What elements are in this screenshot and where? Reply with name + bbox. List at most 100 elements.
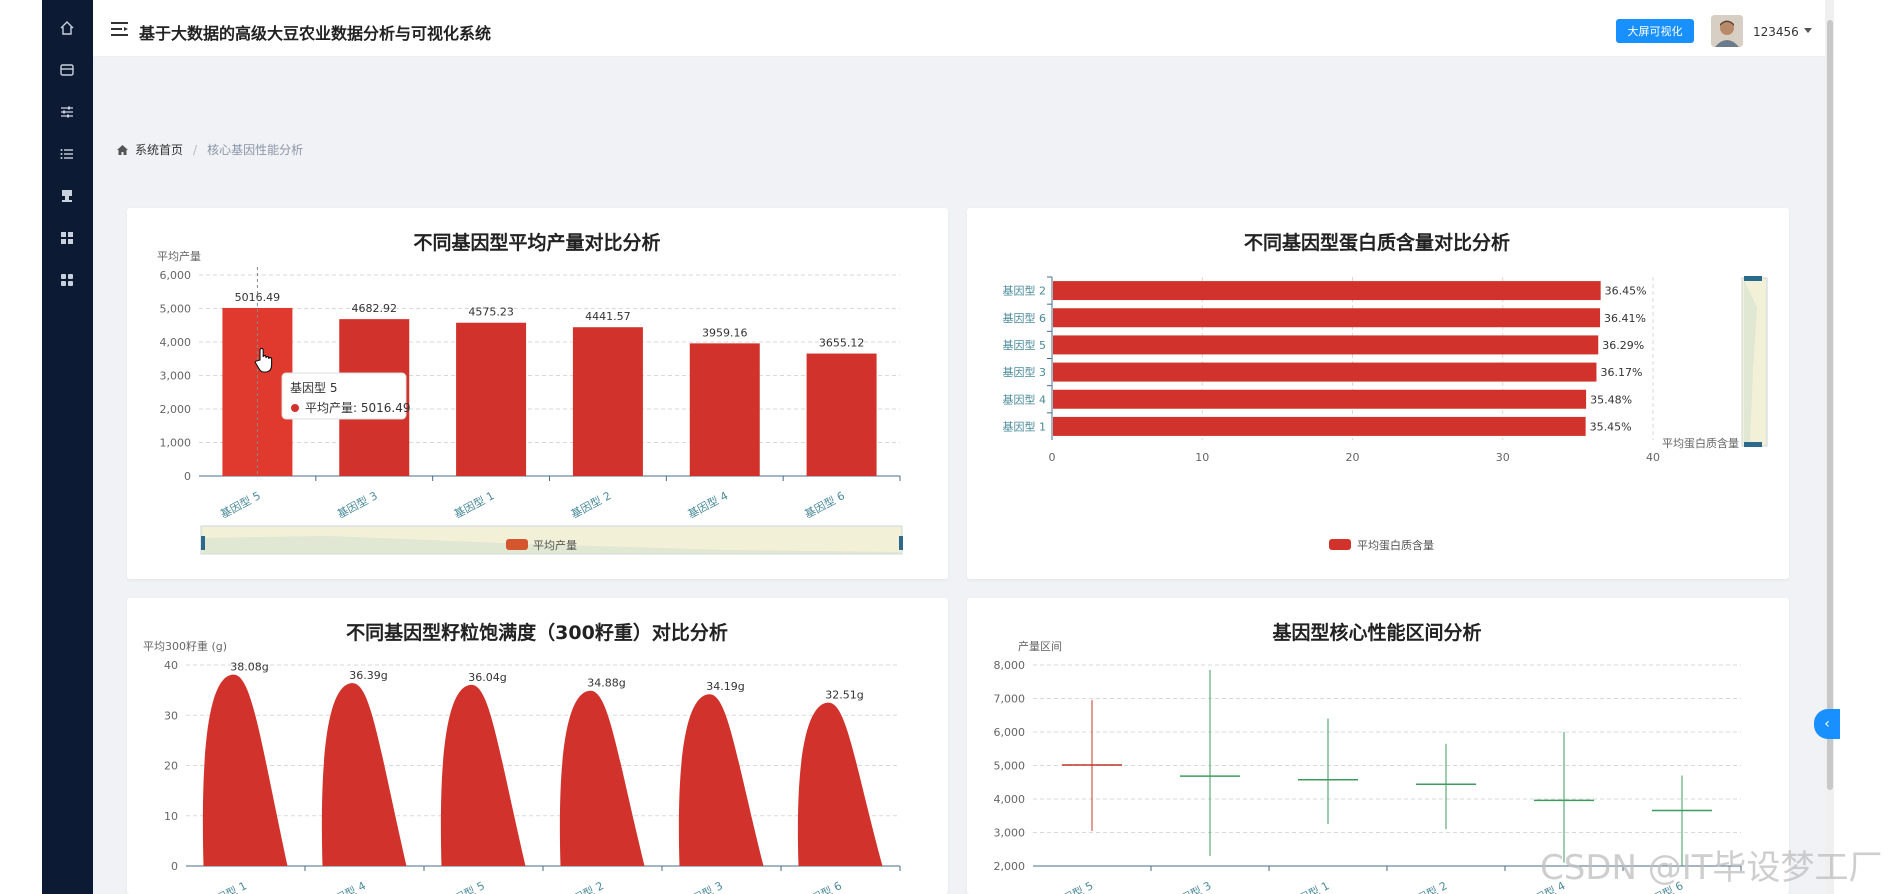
data-label: 35.45%	[1590, 420, 1632, 433]
y-tick-label: 基因型 5	[1003, 338, 1047, 352]
y-tick-label: 基因型 6	[1003, 311, 1047, 325]
bar	[202, 674, 288, 866]
menu-toggle-icon[interactable]	[111, 21, 128, 37]
x-tick-label: 基因型 6	[799, 878, 844, 894]
y-tick-label: 30	[164, 709, 178, 722]
legend-marker	[506, 539, 528, 550]
axis-label: 平均蛋白质含量	[1662, 436, 1739, 450]
wallet-icon[interactable]	[55, 58, 79, 82]
x-tick-label: 40	[1646, 451, 1660, 464]
x-tick-label: 基因型 2	[561, 878, 606, 894]
list-icon[interactable]	[55, 142, 79, 166]
datazoom-handle-left	[201, 536, 205, 550]
x-tick-label: 基因型 3	[680, 878, 725, 894]
data-label: 4682.92	[352, 302, 398, 315]
y-tick-label: 20	[164, 760, 178, 773]
bar	[1053, 335, 1599, 355]
datazoom-handle-right	[899, 536, 903, 550]
data-label: 4575.23	[468, 306, 514, 319]
screen-edge-right	[1834, 0, 1893, 894]
breadcrumb-separator: /	[193, 142, 198, 157]
avatar[interactable]	[1711, 15, 1743, 47]
y-tick-label: 5,000	[994, 760, 1026, 773]
bar	[1053, 308, 1601, 328]
tooltip-title: 基因型 5	[290, 381, 337, 395]
x-tick-label: 基因型 1	[452, 488, 497, 521]
x-tick-label: 基因型 3	[1168, 878, 1213, 894]
home-icon[interactable]	[55, 16, 79, 40]
y-axis-label: 平均产量	[157, 249, 201, 263]
data-label: 35.48%	[1590, 393, 1632, 406]
watermark: CSDN @IT毕设梦工厂	[1540, 848, 1883, 888]
bar	[559, 690, 645, 866]
tooltip-value: 平均产量: 5016.49	[305, 401, 410, 415]
scrollbar-thumb[interactable]	[1827, 20, 1833, 790]
collapse-panel-button[interactable]: ‹	[1814, 709, 1840, 739]
breadcrumb-home[interactable]: 系统首页	[135, 141, 183, 158]
data-label: 34.88g	[587, 677, 625, 690]
chart-title: 不同基因型籽粒饱满度（300籽重）对比分析	[346, 621, 728, 644]
y-tick-label: 8,000	[994, 659, 1026, 672]
y-tick-label: 7,000	[994, 693, 1026, 706]
bar	[1053, 281, 1601, 301]
breadcrumb-current: 核心基因性能分析	[207, 143, 304, 157]
bar	[689, 343, 760, 476]
x-tick-label: 基因型 5	[442, 878, 487, 894]
bar	[572, 327, 643, 476]
x-tick-label: 基因型 3	[335, 488, 380, 521]
bigscreen-button[interactable]: 大屏可视化	[1616, 19, 1694, 43]
chart-title: 基因型核心性能区间分析	[1271, 621, 1481, 644]
data-label: 36.45%	[1605, 285, 1647, 298]
x-tick-label: 基因型 1	[204, 878, 249, 894]
data-label: 36.04g	[468, 671, 506, 684]
data-label: 4441.57	[585, 310, 631, 323]
x-tick-label: 基因型 1	[1286, 878, 1331, 894]
y-tick-label: 基因型 1	[1003, 419, 1047, 433]
x-tick-label: 基因型 2	[568, 488, 613, 521]
sidebar	[42, 0, 93, 894]
legend-label: 平均蛋白质含量	[1357, 538, 1434, 552]
x-tick-label: 10	[1195, 451, 1209, 464]
y-tick-label: 5,000	[160, 303, 192, 316]
stamp-icon[interactable]	[55, 184, 79, 208]
data-label: 32.51g	[825, 689, 863, 702]
grid-icon[interactable]	[55, 226, 79, 250]
x-tick-label: 基因型 6	[802, 488, 847, 521]
y-tick-label: 2,000	[160, 403, 192, 416]
bar	[797, 702, 883, 866]
app-title: 基于大数据的高级大豆农业数据分析与可视化系统	[139, 24, 492, 43]
y-tick-label: 6,000	[160, 269, 192, 282]
bar	[440, 684, 526, 866]
username[interactable]: 123456	[1753, 25, 1799, 39]
bar	[678, 694, 764, 866]
y-tick-label: 1,000	[160, 437, 192, 450]
data-label: 36.41%	[1604, 312, 1646, 325]
y-tick-label: 40	[164, 659, 178, 672]
chart-svg: 不同基因型籽粒饱满度（300籽重）对比分析平均300籽重 (g) 0 10 20 30 4…	[143, 621, 901, 894]
chart-svg: 不同基因型蛋白质含量对比分析 0 10 20 30 40 36.45% 基因型 2 36.41%…	[1003, 231, 1768, 552]
top-bar: 基于大数据的高级大豆农业数据分析与可视化系统 大屏可视化 123456	[93, 0, 1825, 57]
chart-title: 不同基因型平均产量对比分析	[413, 231, 660, 254]
x-tick-label: 20	[1346, 451, 1360, 464]
x-tick-label: 基因型 2	[1404, 878, 1449, 894]
chevron-down-icon[interactable]	[1804, 28, 1812, 33]
y-tick-label: 6,000	[994, 726, 1026, 739]
bar	[456, 322, 527, 476]
apps-icon[interactable]	[55, 268, 79, 292]
bar	[1053, 362, 1597, 382]
y-tick-label: 4,000	[160, 336, 192, 349]
y-axis-label: 平均300籽重 (g)	[143, 639, 227, 653]
yield-chart-card: 不同基因型平均产量对比分析 平均产量 0 1,000 2,000 3,000 4,000 5,…	[127, 208, 948, 579]
x-tick-label: 基因型 5	[218, 488, 263, 521]
x-tick-label: 30	[1496, 451, 1510, 464]
breadcrumb: 系统首页 / 核心基因性能分析	[116, 141, 303, 158]
datazoom-handle-bottom	[1744, 442, 1762, 447]
sliders-icon[interactable]	[55, 100, 79, 124]
y-tick-label: 4,000	[994, 793, 1026, 806]
x-tick-label: 0	[1049, 451, 1056, 464]
y-tick-label: 2,000	[994, 860, 1026, 873]
data-label: 36.39g	[349, 669, 387, 682]
data-label: 38.08g	[230, 661, 268, 674]
y-axis-label: 产量区间	[1018, 639, 1062, 653]
y-tick-label: 基因型 3	[1003, 365, 1047, 379]
